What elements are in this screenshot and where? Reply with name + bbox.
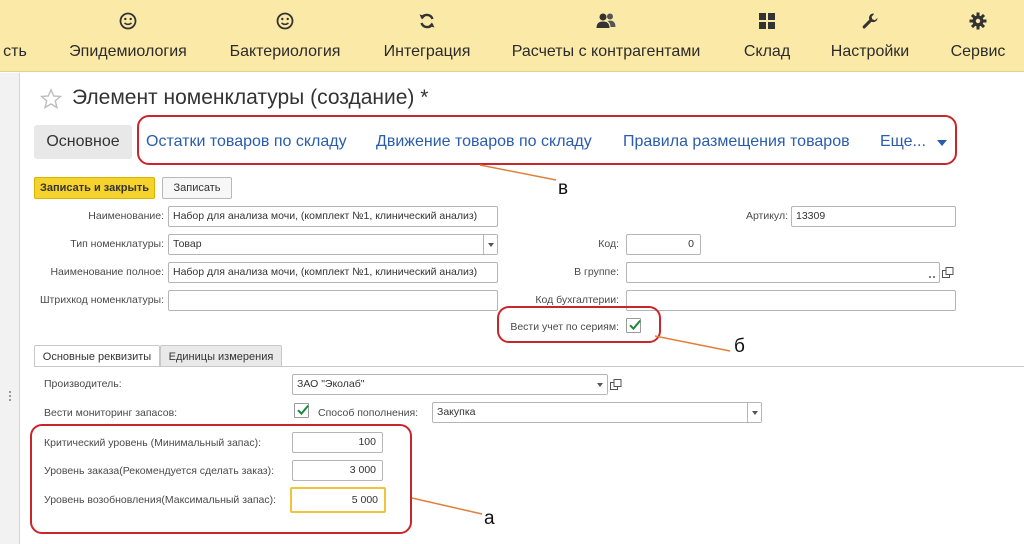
- annotation-label-a: а: [484, 508, 495, 529]
- callout-pointer-lines: [411, 164, 731, 515]
- annotation-label-b: б: [734, 336, 745, 357]
- annotation-label-v: в: [558, 178, 569, 199]
